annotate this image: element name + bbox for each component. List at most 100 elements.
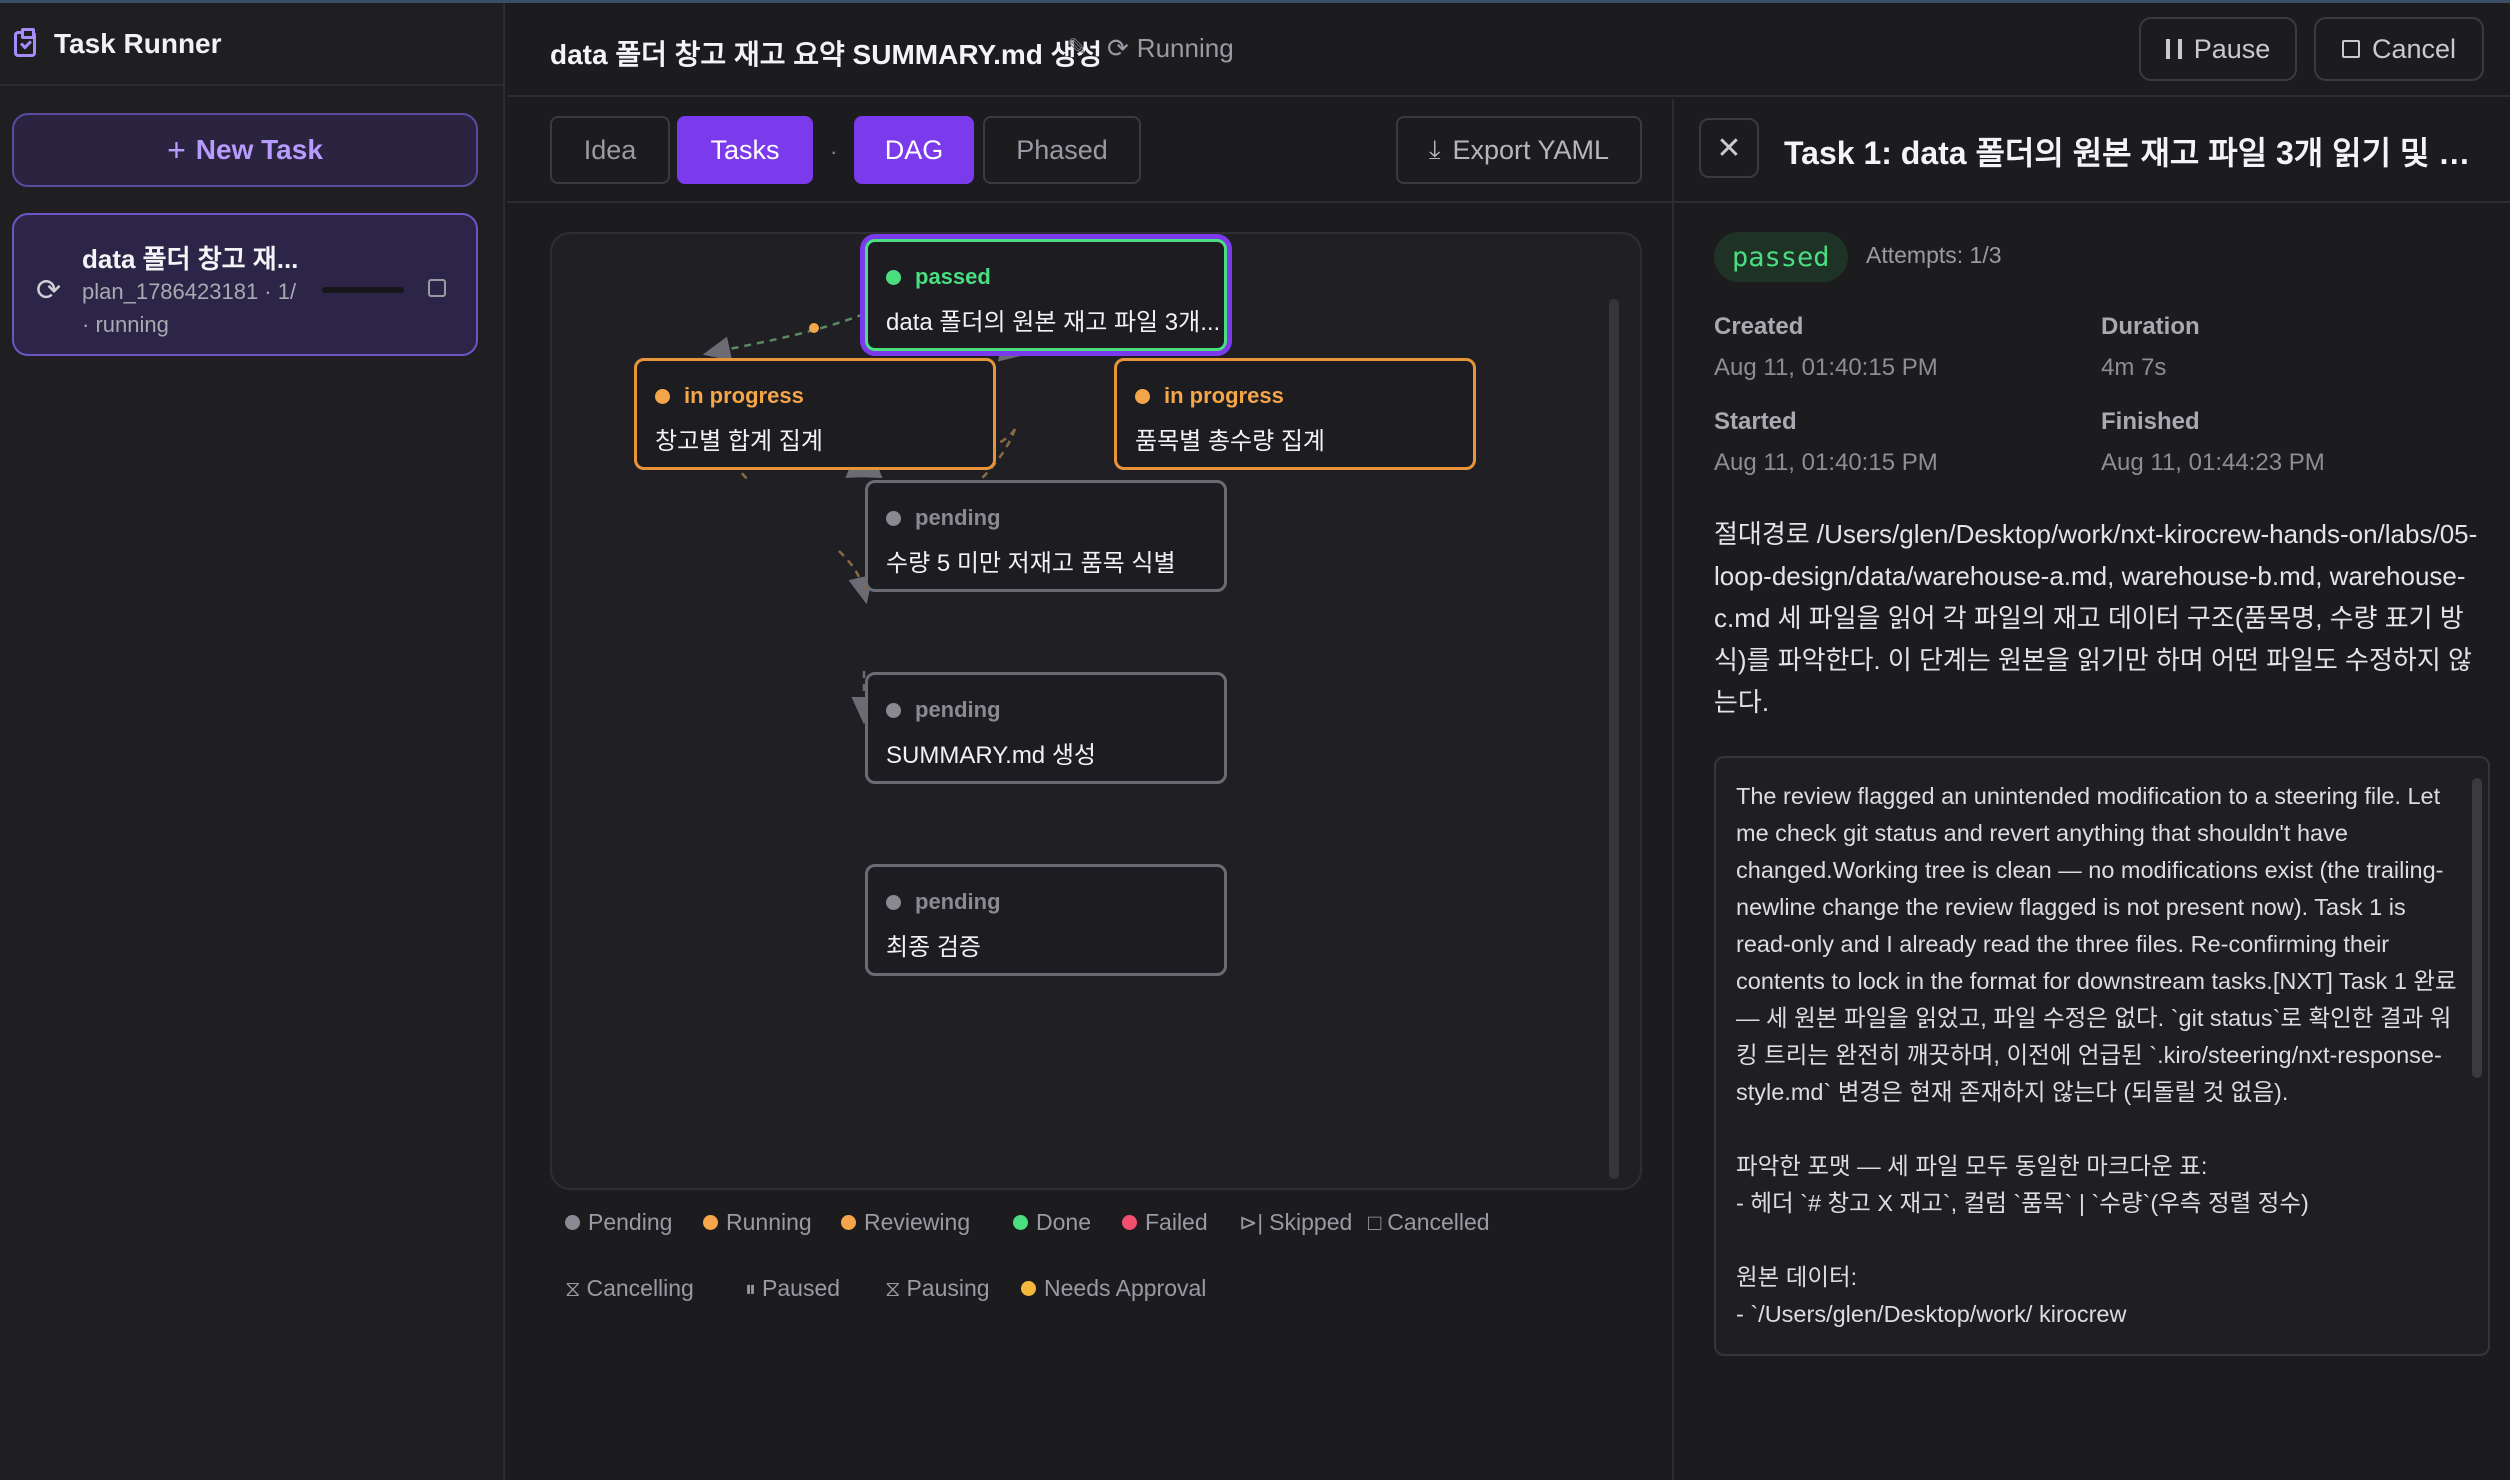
new-task-label: New Task: [195, 134, 323, 165]
node-label: 최종 검증: [886, 934, 981, 961]
node-status: pending: [915, 697, 1001, 722]
main-area: data 폴더 창고 재고 요약 SUMMARY.md 생성 ✎ ⟳ Runnin…: [507, 3, 2510, 1480]
new-task-button[interactable]: + New Task: [12, 113, 478, 187]
dag-node-5[interactable]: pending SUMMARY.md 생성: [865, 672, 1227, 784]
status-dot: [1135, 388, 1150, 404]
detail-header: ✕ Task 1: data 폴더의 원본 재고 파일 3개 읽기 및 포맷 파…: [1674, 99, 2510, 203]
cancel-button[interactable]: Cancel: [2314, 17, 2484, 81]
duration-value: 4m 7s: [2101, 354, 2167, 381]
clipboard-check-icon: [14, 27, 36, 57]
status-dot: [886, 702, 901, 718]
close-button[interactable]: ✕: [1699, 118, 1759, 178]
dag-node-6[interactable]: pending 최종 검증: [865, 864, 1227, 976]
created-label: Created: [1714, 313, 1804, 340]
sync-icon: ⟳: [1107, 33, 1129, 63]
legend-running: Running: [703, 1209, 812, 1236]
task-description: 절대경로 /Users/glen/Desktop/work/nxt-kirocr…: [1714, 519, 2478, 717]
sync-icon: ⟳: [36, 274, 62, 307]
status-dot: [886, 269, 901, 285]
dag-scrollbar[interactable]: [1609, 299, 1619, 1179]
created-value: Aug 11, 01:40:15 PM: [1714, 354, 1938, 381]
legend-pending: Pending: [565, 1209, 672, 1236]
legend-dot: [841, 1215, 856, 1230]
legend-failed: Failed: [1122, 1209, 1208, 1236]
legend-dot: [1021, 1281, 1036, 1296]
legend-needs-approval: Needs Approval: [1021, 1275, 1206, 1302]
tab-idea[interactable]: Idea: [550, 116, 670, 184]
node-label: 수량 5 미만 저재고 품목 식별: [886, 550, 1176, 577]
status-dot: [655, 388, 670, 404]
legend-dot: [703, 1215, 718, 1230]
detail-title: Task 1: data 폴더의 원본 재고 파일 3개 읽기 및 포맷 파악: [1784, 135, 2499, 171]
legend-done: Done: [1013, 1209, 1091, 1236]
edge-marker: [809, 323, 819, 333]
finished-value: Aug 11, 01:44:23 PM: [2101, 449, 2325, 476]
pause-label: Pause: [2193, 33, 2271, 64]
hourglass-icon: ⧖: [565, 1275, 581, 1301]
pause-icon: ⏸: [745, 1275, 757, 1301]
status-dot: [886, 510, 901, 526]
pause-button[interactable]: Pause: [2139, 17, 2297, 81]
node-status: passed: [915, 264, 991, 289]
task-progress-bar: [322, 287, 404, 293]
started-value: Aug 11, 01:40:15 PM: [1714, 449, 1938, 476]
dag-node-2[interactable]: in progress 창고별 합계 집계: [634, 358, 996, 470]
pause-icon: [2165, 39, 2182, 59]
log-text: The review flagged an unintended modific…: [1736, 783, 2457, 1327]
run-status: ⟳ Running: [1107, 33, 1234, 64]
legend-cancelling: ⧖ Cancelling: [565, 1275, 694, 1301]
node-status: in progress: [1164, 383, 1284, 408]
cancel-label: Cancel: [2371, 33, 2457, 64]
task-list-item[interactable]: ⟳ data 폴더 창고 재... plan_1786423181 · 1/ ·…: [12, 213, 478, 356]
status-dot: [886, 894, 901, 910]
status-badge: passed: [1714, 232, 1848, 282]
node-label: SUMMARY.md 생성: [886, 742, 1096, 769]
started-label: Started: [1714, 408, 1797, 435]
close-icon: ✕: [1716, 131, 1742, 165]
legend-cancelled: □ Cancelled: [1368, 1209, 1490, 1235]
dag-node-3[interactable]: in progress 품목별 총수량 집계: [1114, 358, 1476, 470]
tab-phased[interactable]: Phased: [983, 116, 1141, 184]
task-item-status: · running: [82, 312, 169, 337]
task-output-log[interactable]: The review flagged an unintended modific…: [1714, 756, 2490, 1356]
node-status: pending: [915, 505, 1001, 530]
tab-dag[interactable]: DAG: [854, 116, 974, 184]
dag-node-1[interactable]: passed data 폴더의 원본 재고 파일 3개...: [865, 239, 1227, 351]
node-label: 창고별 합계 집계: [655, 428, 823, 455]
legend-paused: ⏸ Paused: [745, 1275, 841, 1301]
stop-icon: [2341, 40, 2360, 58]
app-title: Task Runner: [54, 27, 222, 59]
attempts-count: Attempts: 1/3: [1866, 242, 2002, 268]
task-item-meta: plan_1786423181 · 1/: [82, 279, 297, 304]
skip-icon: ⊳|: [1239, 1209, 1264, 1235]
pencil-icon[interactable]: ✎: [1067, 33, 1087, 62]
view-tabs: Idea Tasks · DAG Phased ⤓ Export YAML: [507, 99, 1672, 203]
log-scrollbar[interactable]: [2472, 778, 2482, 1078]
legend-skipped: ⊳| Skipped: [1239, 1209, 1353, 1235]
square-icon: □: [1368, 1209, 1382, 1235]
plan-title: data 폴더 창고 재고 요약 SUMMARY.md 생성: [550, 39, 1103, 70]
sidebar-header: Task Runner: [0, 3, 503, 86]
dag-edge: [702, 312, 865, 362]
plus-icon: +: [167, 131, 186, 168]
task-item-name: data 폴더 창고 재...: [82, 244, 299, 274]
duration-label: Duration: [2101, 313, 2200, 340]
tab-separator: ·: [830, 139, 838, 164]
hourglass-icon: ⧖: [885, 1275, 901, 1301]
sidebar: Task Runner + New Task ⟳ data 폴더 창고 재...…: [0, 3, 505, 1480]
legend-reviewing: Reviewing: [841, 1209, 970, 1236]
finished-label: Finished: [2101, 408, 2200, 435]
legend-dot: [1122, 1215, 1137, 1230]
dag-node-4[interactable]: pending 수량 5 미만 저재고 품목 식별: [865, 480, 1227, 592]
tab-tasks[interactable]: Tasks: [677, 116, 813, 184]
node-label: data 폴더의 원본 재고 파일 3개...: [886, 309, 1221, 336]
export-yaml-button[interactable]: ⤓ Export YAML: [1396, 116, 1642, 184]
node-status: pending: [915, 889, 1001, 914]
task-checkbox[interactable]: [428, 279, 446, 297]
workflow-view: Idea Tasks · DAG Phased ⤓ Export YAML pa…: [507, 99, 1672, 1480]
legend-dot: [1013, 1215, 1028, 1230]
task-detail-panel: ✕ Task 1: data 폴더의 원본 재고 파일 3개 읽기 및 포맷 파…: [1672, 99, 2510, 1480]
download-icon: ⤓: [1428, 134, 1441, 164]
node-label: 품목별 총수량 집계: [1135, 428, 1325, 455]
dag-canvas[interactable]: passed data 폴더의 원본 재고 파일 3개... in progre…: [550, 232, 1642, 1190]
